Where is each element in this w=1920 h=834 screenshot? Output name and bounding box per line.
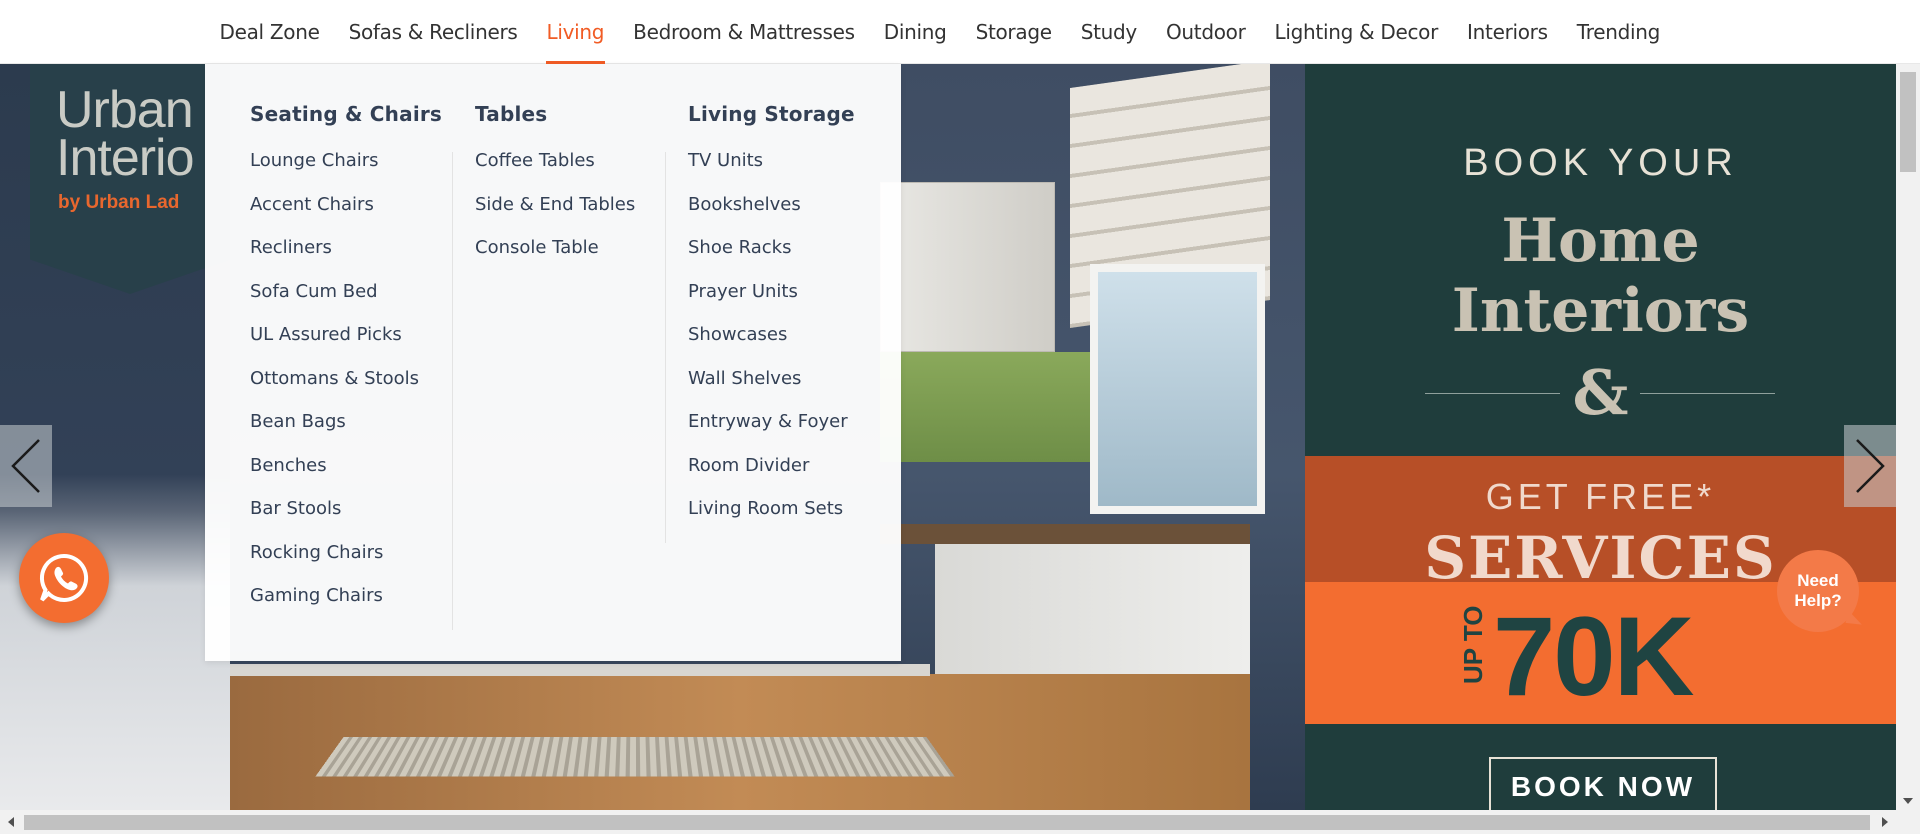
help-line-1: Need: [1797, 571, 1839, 590]
chevron-right-icon: [1856, 439, 1885, 493]
help-line-2: Help?: [1794, 591, 1842, 610]
menu-item[interactable]: Side & End Tables: [475, 192, 635, 236]
nav-item-trending[interactable]: Trending: [1562, 0, 1674, 64]
menu-item[interactable]: Console Table: [475, 235, 635, 279]
promo-upto: UP TO: [1458, 605, 1488, 684]
caret-left-icon: [8, 817, 14, 827]
carousel-prev-button[interactable]: [0, 425, 52, 507]
menu-item[interactable]: Bar Stools: [250, 496, 419, 540]
caret-right-icon: [1882, 817, 1888, 827]
promo-book-your: BOOK YOUR: [1463, 142, 1738, 184]
menu-list-tables: Coffee Tables Side & End Tables Console …: [475, 148, 635, 279]
nav-item-lighting-decor[interactable]: Lighting & Decor: [1260, 0, 1453, 64]
menu-item[interactable]: Shoe Racks: [688, 235, 848, 279]
menu-item[interactable]: Sofa Cum Bed: [250, 279, 419, 323]
rug-graphic: [315, 737, 955, 777]
nav-item-living[interactable]: Living: [532, 0, 619, 64]
horizontal-scrollbar[interactable]: [0, 810, 1896, 834]
menu-divider: [452, 152, 453, 630]
plinth-graphic: [230, 664, 930, 676]
logo-line-2: Interio: [56, 129, 195, 187]
logo-line-1: Urban: [56, 81, 194, 139]
vertical-scrollbar[interactable]: [1896, 50, 1920, 810]
horizontal-scroll-thumb[interactable]: [24, 815, 1870, 830]
brand-logo: Urban Interio: [56, 81, 195, 187]
menu-item[interactable]: Recliners: [250, 235, 419, 279]
menu-item[interactable]: Gaming Chairs: [250, 583, 419, 627]
scroll-down-arrow[interactable]: [1896, 792, 1920, 810]
promo-divider-right: [1640, 393, 1775, 394]
menu-item[interactable]: Lounge Chairs: [250, 148, 419, 192]
carousel-next-button[interactable]: [1844, 425, 1896, 507]
promo-home: Home: [1501, 206, 1700, 276]
need-help-button[interactable]: Need Help?: [1777, 550, 1859, 632]
menu-item[interactable]: Ottomans & Stools: [250, 366, 419, 410]
promo-panel: BOOK YOUR Home Interiors & GET FREE* SER…: [1305, 64, 1896, 810]
book-now-button[interactable]: BOOK NOW: [1489, 757, 1717, 810]
menu-item[interactable]: Bean Bags: [250, 409, 419, 453]
scrollbar-corner: [1896, 810, 1920, 834]
nav-item-storage[interactable]: Storage: [961, 0, 1066, 64]
nav-item-study[interactable]: Study: [1066, 0, 1151, 64]
nav-item-interiors[interactable]: Interiors: [1453, 0, 1563, 64]
menu-item[interactable]: UL Assured Picks: [250, 322, 419, 366]
menu-item[interactable]: Benches: [250, 453, 419, 497]
menu-heading-seating-chairs[interactable]: Seating & Chairs: [250, 102, 442, 126]
menu-item[interactable]: Rocking Chairs: [250, 540, 419, 584]
nav-item-dining[interactable]: Dining: [869, 0, 961, 64]
menu-list-living-storage: TV Units Bookshelves Shoe Racks Prayer U…: [688, 148, 848, 540]
promo-interiors: Interiors: [1451, 276, 1750, 346]
menu-heading-tables[interactable]: Tables: [475, 102, 547, 126]
promo-get-free: GET FREE*: [1485, 476, 1716, 517]
living-mega-menu: Seating & Chairs Lounge Chairs Accent Ch…: [205, 64, 901, 661]
promo-ampersand: &: [1572, 356, 1629, 429]
main-nav: Deal Zone Sofas & Recliners Living Bedro…: [0, 0, 1920, 64]
chevron-left-icon: [11, 439, 40, 493]
window-graphic: [1090, 264, 1265, 514]
menu-item[interactable]: Entryway & Foyer: [688, 409, 848, 453]
scroll-left-arrow[interactable]: [0, 810, 22, 834]
menu-item[interactable]: Living Room Sets: [688, 496, 848, 540]
nav-item-outdoor[interactable]: Outdoor: [1151, 0, 1260, 64]
wall-cabinet-graphic: [880, 182, 1055, 352]
countertop-graphic: [880, 524, 1250, 544]
menu-item[interactable]: Bookshelves: [688, 192, 848, 236]
menu-item[interactable]: Showcases: [688, 322, 848, 366]
menu-item[interactable]: Coffee Tables: [475, 148, 635, 192]
whatsapp-button[interactable]: [19, 533, 109, 623]
caret-down-icon: [1903, 798, 1913, 804]
menu-item[interactable]: Room Divider: [688, 453, 848, 497]
logo-subtitle: by Urban Lad: [58, 192, 180, 213]
menu-divider: [665, 152, 666, 543]
backsplash-graphic: [880, 352, 1090, 462]
menu-item[interactable]: TV Units: [688, 148, 848, 192]
menu-item[interactable]: Prayer Units: [688, 279, 848, 323]
vertical-scroll-thumb[interactable]: [1900, 72, 1916, 172]
scroll-right-arrow[interactable]: [1874, 810, 1896, 834]
menu-list-seating-chairs: Lounge Chairs Accent Chairs Recliners So…: [250, 148, 419, 627]
menu-heading-living-storage[interactable]: Living Storage: [688, 102, 855, 126]
promo-amount: 70K: [1493, 594, 1694, 719]
main-nav-list: Deal Zone Sofas & Recliners Living Bedro…: [205, 0, 1675, 64]
menu-item[interactable]: Accent Chairs: [250, 192, 419, 236]
nav-item-bedroom-mattresses[interactable]: Bedroom & Mattresses: [619, 0, 870, 64]
nav-item-sofas-recliners[interactable]: Sofas & Recliners: [334, 0, 532, 64]
nav-item-deal-zone[interactable]: Deal Zone: [205, 0, 334, 64]
whatsapp-icon: [40, 553, 89, 602]
menu-item[interactable]: Wall Shelves: [688, 366, 848, 410]
